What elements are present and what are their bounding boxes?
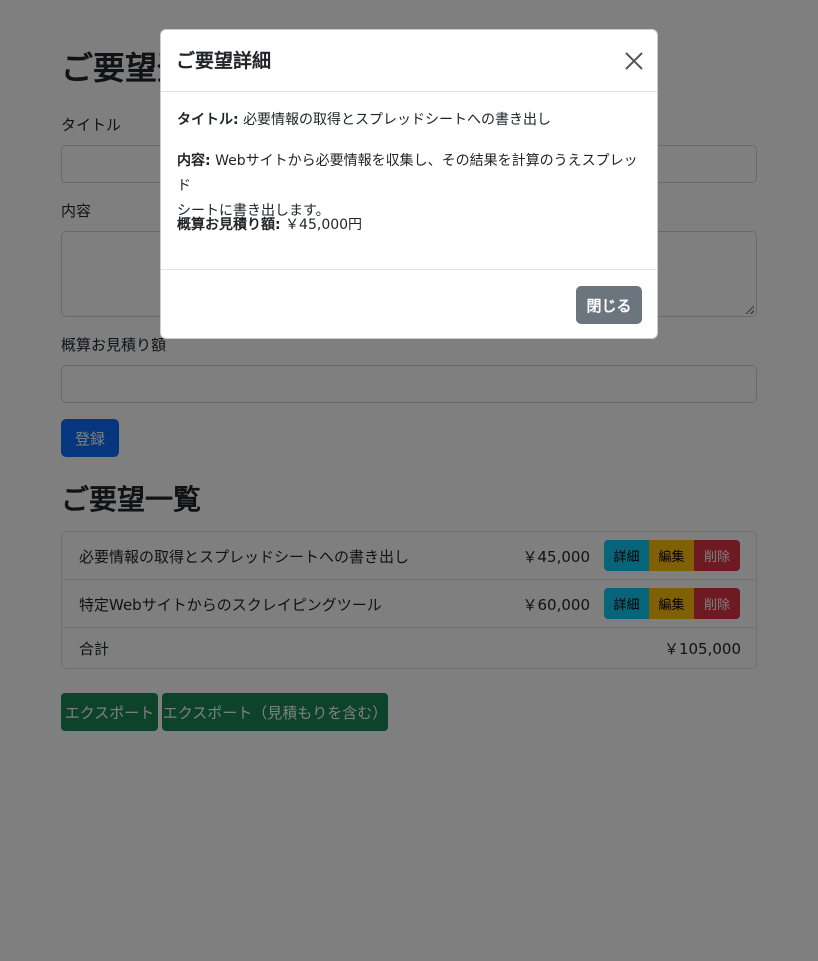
modal-title-value: 必要情報の取得とスプレッドシートへの書き出し bbox=[243, 112, 552, 128]
modal-title-line: タイトル: 必要情報の取得とスプレッドシートへの書き出し bbox=[177, 108, 647, 133]
modal-header: ご要望詳細 bbox=[161, 30, 657, 92]
modal-estimate-line: 概算お見積り額: ￥45,000円 bbox=[177, 213, 647, 238]
modal-dismiss-button[interactable]: 閉じる bbox=[576, 286, 642, 324]
modal-content-key: 内容: bbox=[177, 153, 211, 169]
modal-title-key: タイトル: bbox=[177, 112, 239, 128]
modal-estimate-value: ￥45,000円 bbox=[285, 217, 363, 233]
modal-footer: 閉じる bbox=[161, 269, 657, 339]
modal-body: タイトル: 必要情報の取得とスプレッドシートへの書き出し 内容: Webサイトか… bbox=[161, 93, 657, 269]
close-icon bbox=[625, 52, 643, 70]
modal-estimate-key: 概算お見積り額: bbox=[177, 217, 281, 233]
modal-close-button[interactable] bbox=[621, 48, 647, 74]
modal-content-value-1: Webサイトから必要情報を収集し、その結果を計算のうえスプレッド bbox=[177, 153, 638, 194]
detail-modal: ご要望詳細 タイトル: 必要情報の取得とスプレッドシートへの書き出し 内容: W… bbox=[160, 29, 658, 339]
modal-title: ご要望詳細 bbox=[176, 50, 272, 72]
